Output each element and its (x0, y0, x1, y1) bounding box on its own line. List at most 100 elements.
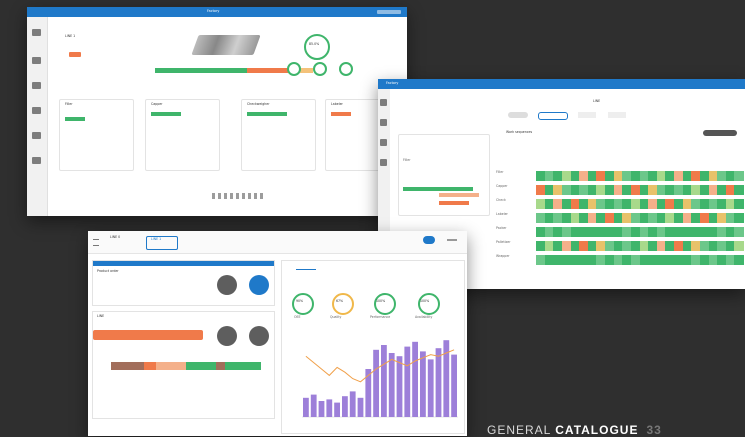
home-icon[interactable] (380, 99, 387, 106)
chart-bar (326, 399, 333, 417)
heatmap-cell (734, 171, 744, 181)
quality-gauge-label: Quality (330, 315, 342, 319)
play-button[interactable] (249, 275, 269, 295)
chart-bar (412, 341, 418, 417)
chart-bar (303, 397, 309, 417)
heatmap-row (536, 171, 744, 181)
heatmap-row (536, 241, 744, 251)
list-icon[interactable] (32, 82, 41, 89)
station-card-checkweigher[interactable]: Checkweigher (241, 99, 316, 171)
heatmap-row-label: Check (496, 198, 506, 202)
order-panel-header (93, 261, 274, 266)
performance-gauge-label: Performance (370, 315, 391, 319)
export-button[interactable] (703, 130, 737, 136)
kpi-panel: 90% OEE 67% Quality 100% Performance 100… (281, 260, 465, 434)
tab-line-0[interactable]: LINE 0 (110, 235, 130, 248)
oee-gauge-value: 90% (296, 299, 304, 303)
heatmap-row (536, 199, 744, 209)
title-bar: Factory (27, 7, 407, 17)
heatmap-cell (734, 185, 744, 195)
line-panel-title: LINE (97, 314, 105, 318)
pagination-dots[interactable] (212, 193, 264, 199)
chart-bar (427, 359, 434, 417)
mini-bar-green (403, 187, 473, 191)
chart-bar (435, 348, 442, 417)
breadcrumb: LINE (593, 99, 601, 103)
kpi-tabs[interactable] (288, 263, 458, 273)
stop-button[interactable] (249, 326, 269, 346)
chart-bar (396, 356, 403, 417)
chart-bar (365, 369, 372, 417)
heatmap-cell (734, 199, 744, 209)
production-chart (302, 340, 458, 418)
chart-bar (349, 391, 356, 417)
chart-bar (451, 354, 457, 417)
chart-icon[interactable] (380, 119, 387, 126)
station-card-filler[interactable]: Filler (59, 99, 134, 171)
gauge-3 (313, 62, 327, 76)
heatmap-row-label: Labeler (496, 212, 508, 216)
heatmap-row-label: Filler (496, 170, 504, 174)
list-icon[interactable] (380, 139, 387, 146)
line-panel: LINE (92, 311, 275, 419)
tab-line-1-label: LINE 1 (151, 237, 162, 241)
availability-gauge-label: Availability (415, 315, 433, 319)
chart-bar (420, 351, 426, 417)
window-controls[interactable] (377, 10, 401, 14)
more-icon[interactable] (447, 239, 457, 241)
cloud-icon[interactable] (423, 236, 435, 244)
heatmap-row-label: Palletizer (496, 240, 511, 244)
oee-gauge (304, 34, 330, 60)
performance-gauge-value: 100% (376, 299, 386, 303)
catalogue-prefix: GENERAL (487, 423, 556, 437)
order-panel: Product order (92, 260, 275, 306)
home-icon[interactable] (32, 29, 41, 36)
chart-bar (357, 397, 364, 417)
line-selector[interactable]: LINE 1 (65, 34, 91, 43)
section-title: Work sequences (506, 130, 533, 134)
layers-icon[interactable] (380, 159, 387, 166)
filter-label: Filler (403, 158, 411, 162)
heatmap-row (536, 185, 744, 195)
chart-bar (342, 396, 348, 417)
station-card-capper[interactable]: Capper (145, 99, 220, 171)
order-icon-button[interactable] (217, 275, 237, 295)
station-title: Labeler (331, 102, 343, 106)
station-title: Checkweigher (247, 102, 270, 106)
availability-gauge-value: 100% (420, 299, 430, 303)
chart-bar (310, 394, 317, 417)
heatmap-row-label: Capper (496, 184, 508, 188)
chart-bar (404, 346, 411, 417)
top-tabs: LINE 0 LINE 1 (88, 231, 467, 254)
layers-icon[interactable] (32, 107, 41, 114)
heatmap-row (536, 255, 744, 265)
view-tabs[interactable] (508, 112, 648, 120)
quality-gauge (332, 293, 354, 315)
mini-bar-orange-2 (439, 201, 469, 205)
info-button[interactable] (217, 326, 237, 346)
heatmap-cell (734, 241, 744, 251)
station-status-bar (331, 112, 351, 116)
dashboard-screenshot-performance: LINE 0 LINE 1 Product order LINE 90% OEE… (88, 231, 467, 436)
tab-line-1[interactable]: LINE 1 (146, 236, 178, 250)
heatmap-row (536, 227, 744, 237)
heatmap-cell (734, 213, 744, 223)
station-title: Capper (151, 102, 163, 106)
app-title: Factory (207, 9, 220, 13)
mini-bar-orange (439, 193, 479, 197)
alarm-bar (93, 330, 203, 340)
monitor-icon[interactable] (32, 132, 41, 139)
quality-gauge-value: 67% (336, 299, 344, 303)
line-selector-label: LINE 1 (65, 34, 76, 38)
chart-icon[interactable] (32, 57, 41, 64)
app-title: Factory (386, 81, 399, 85)
menu-icon[interactable] (93, 239, 99, 246)
settings-icon[interactable] (32, 157, 41, 164)
oee-gauge-value: 85.0% (309, 42, 320, 46)
sidebar (27, 17, 48, 216)
heatmap-row-label: Packer (496, 226, 507, 230)
station-status-bar (65, 117, 85, 121)
oee-gauge (292, 293, 314, 315)
heatmap-cell (734, 227, 744, 237)
chart-bar (381, 345, 387, 417)
